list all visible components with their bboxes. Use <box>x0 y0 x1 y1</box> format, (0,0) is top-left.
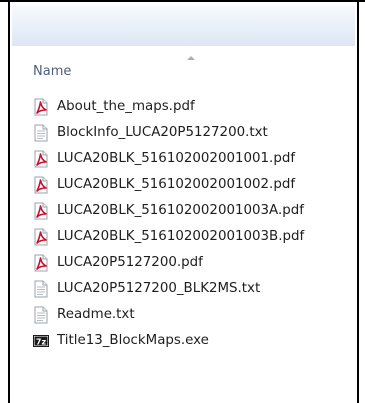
7zip-icon-label: 7z <box>36 337 47 346</box>
file-row[interactable]: 7z Title13_BlockMaps.exe <box>12 328 355 354</box>
window-left-border <box>0 2 10 403</box>
file-name: BlockInfo_LUCA20P5127200.txt <box>57 125 268 140</box>
pdf-icon <box>34 254 48 272</box>
file-name: LUCA20BLK_516102002001002.pdf <box>57 177 296 192</box>
sort-ascending-icon[interactable] <box>187 56 195 60</box>
7zip-icon: 7z <box>33 335 49 347</box>
file-row[interactable]: Readme.txt <box>12 302 355 328</box>
file-row[interactable]: LUCA20BLK_516102002001003B.pdf <box>12 224 355 250</box>
file-row[interactable]: LUCA20BLK_516102002001003A.pdf <box>12 198 355 224</box>
file-name: LUCA20BLK_516102002001003A.pdf <box>57 203 304 218</box>
file-name: LUCA20BLK_516102002001001.pdf <box>57 151 296 166</box>
explorer-toolbar <box>12 6 355 47</box>
text-file-icon <box>34 306 48 324</box>
file-name: LUCA20P5127200_BLK2MS.txt <box>57 281 261 296</box>
window-right-border <box>357 2 365 403</box>
column-header: Name <box>12 46 355 88</box>
file-name: Title13_BlockMaps.exe <box>57 333 209 348</box>
text-file-icon <box>34 280 48 298</box>
file-row[interactable]: LUCA20BLK_516102002001002.pdf <box>12 172 355 198</box>
file-name: LUCA20BLK_516102002001003B.pdf <box>57 229 305 244</box>
file-name: About_the_maps.pdf <box>57 99 195 114</box>
file-row[interactable]: BlockInfo_LUCA20P5127200.txt <box>12 120 355 146</box>
file-row[interactable]: About_the_maps.pdf <box>12 94 355 120</box>
file-name: LUCA20P5127200.pdf <box>57 255 203 270</box>
pdf-icon <box>34 176 48 194</box>
file-row[interactable]: LUCA20BLK_516102002001001.pdf <box>12 146 355 172</box>
text-file-icon <box>34 124 48 142</box>
explorer-window: Name About_the_maps.pdf BlockInfo_LUCA20… <box>0 0 365 403</box>
name-column-header[interactable]: Name <box>33 64 71 79</box>
pdf-icon <box>34 202 48 220</box>
file-list: About_the_maps.pdf BlockInfo_LUCA20P5127… <box>12 94 355 354</box>
pdf-icon <box>34 228 48 246</box>
file-row[interactable]: LUCA20P5127200_BLK2MS.txt <box>12 276 355 302</box>
file-row[interactable]: LUCA20P5127200.pdf <box>12 250 355 276</box>
pdf-icon <box>34 98 48 116</box>
file-name: Readme.txt <box>57 307 135 322</box>
pdf-icon <box>34 150 48 168</box>
